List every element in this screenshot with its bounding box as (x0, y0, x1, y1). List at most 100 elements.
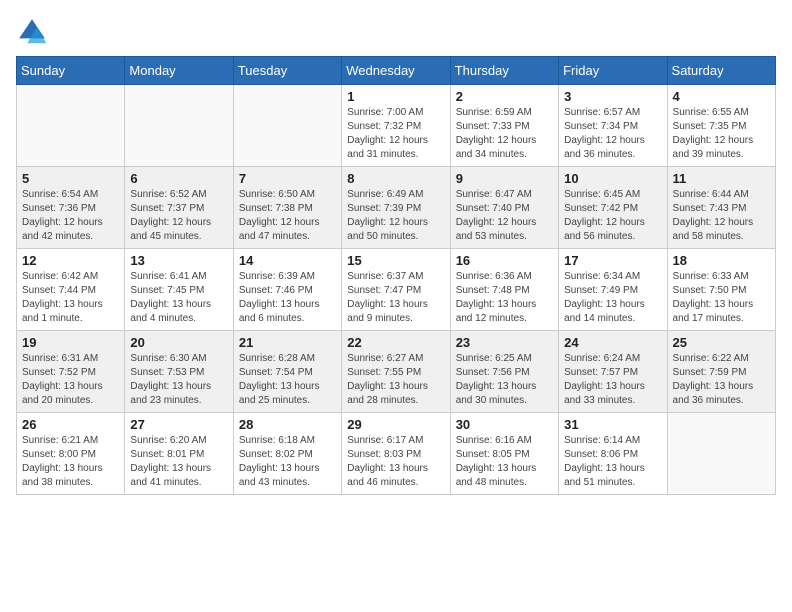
day-number: 13 (130, 253, 227, 268)
day-info: Sunrise: 6:16 AM Sunset: 8:05 PM Dayligh… (456, 434, 553, 490)
calendar-cell: 21 Sunrise: 6:28 AM Sunset: 7:54 PM Dayli… (233, 331, 341, 413)
calendar-cell: 20Sunrise: 6:30 AM Sunset: 7:53 PM Dayli… (125, 331, 233, 413)
day-number: 30 (456, 417, 553, 432)
calendar-cell: 2 Sunrise: 6:59 AM Sunset: 7:33 PM Daylig… (450, 85, 558, 167)
calendar-week-row: 12 Sunrise: 6:42 AM Sunset: 7:44 PM Dayli… (17, 249, 776, 331)
calendar-cell: 9Sunrise: 6:47 AM Sunset: 7:40 PM Daylig… (450, 167, 558, 249)
calendar-cell: 8 Sunrise: 6:49 AM Sunset: 7:39 PM Daylig… (342, 167, 450, 249)
calendar-cell: 1Sunrise: 7:00 AM Sunset: 7:32 PM Daylig… (342, 85, 450, 167)
day-number: 19 (22, 335, 119, 350)
calendar-cell: 25 Sunrise: 6:22 AM Sunset: 7:59 PM Dayli… (667, 331, 775, 413)
weekday-header: Thursday (450, 57, 558, 85)
day-info: Sunrise: 6:14 AM Sunset: 8:06 PM Dayligh… (564, 434, 661, 490)
calendar-cell: 17 Sunrise: 6:34 AM Sunset: 7:49 PM Dayli… (559, 249, 667, 331)
day-number: 6 (130, 171, 227, 186)
day-number: 22 (347, 335, 444, 350)
day-info: Sunrise: 6:27 AM Sunset: 7:55 PM Dayligh… (347, 352, 444, 408)
calendar-cell: 15 Sunrise: 6:37 AM Sunset: 7:47 PM Dayli… (342, 249, 450, 331)
weekday-header: Friday (559, 57, 667, 85)
day-number: 29 (347, 417, 444, 432)
calendar-cell: 7 Sunrise: 6:50 AM Sunset: 7:38 PM Daylig… (233, 167, 341, 249)
weekday-header: Sunday (17, 57, 125, 85)
calendar-cell: 19Sunrise: 6:31 AM Sunset: 7:52 PM Dayli… (17, 331, 125, 413)
calendar-header-row: SundayMondayTuesdayWednesdayThursdayFrid… (17, 57, 776, 85)
weekday-header: Wednesday (342, 57, 450, 85)
calendar-cell: 10Sunrise: 6:45 AM Sunset: 7:42 PM Dayli… (559, 167, 667, 249)
day-number: 26 (22, 417, 119, 432)
day-number: 16 (456, 253, 553, 268)
day-number: 11 (673, 171, 770, 186)
day-number: 20 (130, 335, 227, 350)
day-info: Sunrise: 6:36 AM Sunset: 7:48 PM Dayligh… (456, 270, 553, 326)
calendar-cell: 28 Sunrise: 6:18 AM Sunset: 8:02 PM Dayli… (233, 413, 341, 495)
calendar-cell: 5 Sunrise: 6:54 AM Sunset: 7:36 PM Daylig… (17, 167, 125, 249)
calendar-cell: 11 Sunrise: 6:44 AM Sunset: 7:43 PM Dayli… (667, 167, 775, 249)
day-number: 31 (564, 417, 661, 432)
day-number: 3 (564, 89, 661, 104)
calendar-cell: 18 Sunrise: 6:33 AM Sunset: 7:50 PM Dayli… (667, 249, 775, 331)
calendar-cell: 6 Sunrise: 6:52 AM Sunset: 7:37 PM Daylig… (125, 167, 233, 249)
day-info: Sunrise: 6:17 AM Sunset: 8:03 PM Dayligh… (347, 434, 444, 490)
calendar-cell: 12 Sunrise: 6:42 AM Sunset: 7:44 PM Dayli… (17, 249, 125, 331)
day-number: 15 (347, 253, 444, 268)
day-number: 4 (673, 89, 770, 104)
calendar-cell: 29 Sunrise: 6:17 AM Sunset: 8:03 PM Dayli… (342, 413, 450, 495)
day-info: Sunrise: 6:25 AM Sunset: 7:56 PM Dayligh… (456, 352, 553, 408)
calendar-cell: 27 Sunrise: 6:20 AM Sunset: 8:01 PM Dayli… (125, 413, 233, 495)
day-info: Sunrise: 6:50 AM Sunset: 7:38 PM Dayligh… (239, 188, 336, 244)
day-info: Sunrise: 6:55 AM Sunset: 7:35 PM Dayligh… (673, 106, 770, 162)
day-number: 25 (673, 335, 770, 350)
day-number: 21 (239, 335, 336, 350)
day-number: 27 (130, 417, 227, 432)
day-info: Sunrise: 6:37 AM Sunset: 7:47 PM Dayligh… (347, 270, 444, 326)
day-info: Sunrise: 6:45 AM Sunset: 7:42 PM Dayligh… (564, 188, 661, 244)
logo (16, 16, 52, 48)
calendar-cell: 14Sunrise: 6:39 AM Sunset: 7:46 PM Dayli… (233, 249, 341, 331)
day-info: Sunrise: 6:54 AM Sunset: 7:36 PM Dayligh… (22, 188, 119, 244)
day-number: 18 (673, 253, 770, 268)
weekday-header: Tuesday (233, 57, 341, 85)
day-info: Sunrise: 6:20 AM Sunset: 8:01 PM Dayligh… (130, 434, 227, 490)
calendar-week-row: 5 Sunrise: 6:54 AM Sunset: 7:36 PM Daylig… (17, 167, 776, 249)
day-info: Sunrise: 6:59 AM Sunset: 7:33 PM Dayligh… (456, 106, 553, 162)
calendar: SundayMondayTuesdayWednesdayThursdayFrid… (16, 56, 776, 495)
day-info: Sunrise: 6:21 AM Sunset: 8:00 PM Dayligh… (22, 434, 119, 490)
day-info: Sunrise: 6:44 AM Sunset: 7:43 PM Dayligh… (673, 188, 770, 244)
day-number: 17 (564, 253, 661, 268)
day-number: 7 (239, 171, 336, 186)
calendar-cell: 23Sunrise: 6:25 AM Sunset: 7:56 PM Dayli… (450, 331, 558, 413)
day-info: Sunrise: 6:47 AM Sunset: 7:40 PM Dayligh… (456, 188, 553, 244)
day-number: 12 (22, 253, 119, 268)
day-info: Sunrise: 6:42 AM Sunset: 7:44 PM Dayligh… (22, 270, 119, 326)
day-info: Sunrise: 6:52 AM Sunset: 7:37 PM Dayligh… (130, 188, 227, 244)
day-info: Sunrise: 6:41 AM Sunset: 7:45 PM Dayligh… (130, 270, 227, 326)
day-number: 1 (347, 89, 444, 104)
day-info: Sunrise: 6:22 AM Sunset: 7:59 PM Dayligh… (673, 352, 770, 408)
day-number: 8 (347, 171, 444, 186)
calendar-cell: 13 Sunrise: 6:41 AM Sunset: 7:45 PM Dayli… (125, 249, 233, 331)
calendar-cell: 24Sunrise: 6:24 AM Sunset: 7:57 PM Dayli… (559, 331, 667, 413)
calendar-cell: 26 Sunrise: 6:21 AM Sunset: 8:00 PM Dayli… (17, 413, 125, 495)
day-info: Sunrise: 6:18 AM Sunset: 8:02 PM Dayligh… (239, 434, 336, 490)
day-number: 5 (22, 171, 119, 186)
day-number: 28 (239, 417, 336, 432)
day-info: Sunrise: 6:28 AM Sunset: 7:54 PM Dayligh… (239, 352, 336, 408)
calendar-cell (667, 413, 775, 495)
day-number: 2 (456, 89, 553, 104)
day-info: Sunrise: 6:49 AM Sunset: 7:39 PM Dayligh… (347, 188, 444, 244)
day-info: Sunrise: 6:33 AM Sunset: 7:50 PM Dayligh… (673, 270, 770, 326)
calendar-cell: 31 Sunrise: 6:14 AM Sunset: 8:06 PM Dayli… (559, 413, 667, 495)
calendar-cell (17, 85, 125, 167)
calendar-week-row: 1Sunrise: 7:00 AM Sunset: 7:32 PM Daylig… (17, 85, 776, 167)
day-info: Sunrise: 6:34 AM Sunset: 7:49 PM Dayligh… (564, 270, 661, 326)
calendar-cell: 16 Sunrise: 6:36 AM Sunset: 7:48 PM Dayli… (450, 249, 558, 331)
calendar-week-row: 19Sunrise: 6:31 AM Sunset: 7:52 PM Dayli… (17, 331, 776, 413)
calendar-cell (125, 85, 233, 167)
calendar-cell (233, 85, 341, 167)
day-info: Sunrise: 6:39 AM Sunset: 7:46 PM Dayligh… (239, 270, 336, 326)
header (16, 16, 776, 48)
day-info: Sunrise: 6:57 AM Sunset: 7:34 PM Dayligh… (564, 106, 661, 162)
calendar-cell: 22 Sunrise: 6:27 AM Sunset: 7:55 PM Dayli… (342, 331, 450, 413)
calendar-cell: 4 Sunrise: 6:55 AM Sunset: 7:35 PM Daylig… (667, 85, 775, 167)
weekday-header: Monday (125, 57, 233, 85)
